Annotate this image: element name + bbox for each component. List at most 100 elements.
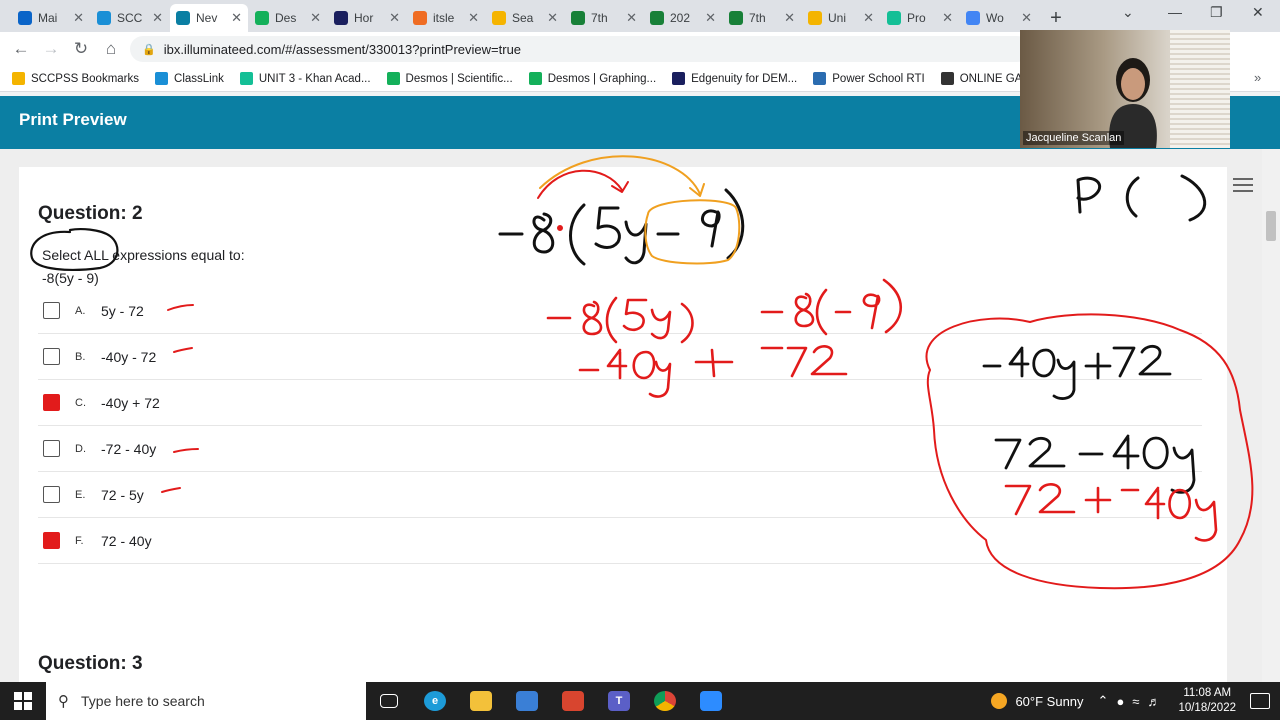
teams-icon[interactable]: T xyxy=(596,682,642,720)
close-icon[interactable]: ✕ xyxy=(231,10,242,26)
close-icon[interactable]: ✕ xyxy=(626,10,637,26)
option-checkbox[interactable] xyxy=(43,532,60,549)
snipping-tool-icon[interactable] xyxy=(550,682,596,720)
home-icon[interactable]: ⌂ xyxy=(96,39,126,59)
close-icon[interactable]: ✕ xyxy=(152,10,163,26)
minimize-icon[interactable]: — xyxy=(1168,4,1182,20)
reload-icon[interactable]: ↻ xyxy=(66,39,96,59)
bookmark-item[interactable]: Desmos | Scientific... xyxy=(386,72,513,85)
taskbar-search[interactable]: ⚲ Type here to search xyxy=(46,682,366,720)
chevron-down-icon[interactable]: ⌄ xyxy=(1122,4,1134,21)
browser-tab[interactable]: 202 ✕ xyxy=(644,4,722,32)
classlink-icon xyxy=(97,11,111,25)
answer-option[interactable]: B. -40y - 72 xyxy=(38,334,1202,380)
option-text: 72 - 5y xyxy=(101,486,144,503)
browser-tab[interactable]: Hor ✕ xyxy=(328,4,406,32)
scrollbar-thumb[interactable] xyxy=(1266,211,1276,241)
google-docs-icon xyxy=(966,11,980,25)
sun-icon xyxy=(991,693,1008,709)
close-icon[interactable]: ✕ xyxy=(468,10,479,26)
notifications-icon[interactable] xyxy=(1250,693,1270,709)
new-tab-button[interactable]: + xyxy=(1042,4,1070,32)
tab-title: Mai xyxy=(38,11,58,25)
page-scrollbar[interactable] xyxy=(1262,149,1280,682)
tray-icons[interactable]: ⌃ ● ≈ ♬ xyxy=(1098,693,1169,709)
browser-tab[interactable]: Nev ✕ xyxy=(170,4,248,32)
volume-icon[interactable]: ♬ xyxy=(1147,694,1168,709)
restore-icon[interactable]: ❐ xyxy=(1210,4,1223,21)
browser-tab[interactable]: Wo ✕ xyxy=(960,4,1038,32)
option-letter: B. xyxy=(75,350,86,363)
system-tray: 60°F Sunny ⌃ ● ≈ ♬ 11:08 AM 10/18/2022 xyxy=(991,682,1280,720)
close-icon[interactable]: ✕ xyxy=(784,10,795,26)
tab-title: Des xyxy=(275,11,297,25)
browser-tab[interactable]: Mai ✕ xyxy=(12,4,90,32)
option-checkbox[interactable] xyxy=(43,440,60,457)
answer-option[interactable]: C. -40y + 72 xyxy=(38,380,1202,426)
microsoft-store-icon[interactable] xyxy=(504,682,550,720)
close-icon[interactable]: ✕ xyxy=(389,10,400,26)
weather-widget[interactable]: 60°F Sunny xyxy=(991,693,1084,709)
microphone-icon[interactable]: ● xyxy=(1116,694,1132,709)
option-checkbox[interactable] xyxy=(43,302,60,319)
browser-tab[interactable]: 7th ✕ xyxy=(565,4,643,32)
bookmark-label: UNIT 3 - Khan Acad... xyxy=(258,72,371,85)
browser-tab[interactable]: Uni ✕ xyxy=(802,4,880,32)
chevron-up-icon[interactable]: ⌃ xyxy=(1098,693,1117,709)
chrome-icon[interactable] xyxy=(642,682,688,720)
close-icon[interactable]: ✕ xyxy=(73,10,84,26)
option-checkbox[interactable] xyxy=(43,486,60,503)
option-checkbox[interactable] xyxy=(43,394,60,411)
option-text: -72 - 40y xyxy=(101,440,157,457)
browser-tab[interactable]: SCC ✕ xyxy=(91,4,169,32)
task-view-icon[interactable] xyxy=(366,682,412,720)
option-checkbox[interactable] xyxy=(43,348,60,365)
google-slides-icon xyxy=(808,11,822,25)
bookmark-label: Desmos | Graphing... xyxy=(547,72,657,85)
close-window-icon[interactable]: ✕ xyxy=(1252,4,1264,21)
browser-tab[interactable]: itsle ✕ xyxy=(407,4,485,32)
close-icon[interactable]: ✕ xyxy=(705,10,716,26)
close-icon[interactable]: ✕ xyxy=(863,10,874,26)
bookmark-item[interactable]: Power School RTI xyxy=(813,72,925,85)
url-text: ibx.illuminateed.com/#/assessment/330013… xyxy=(163,41,522,57)
hamburger-menu-icon[interactable] xyxy=(1233,178,1253,196)
bookmark-label: Power School RTI xyxy=(832,72,925,85)
edge-icon[interactable]: e xyxy=(412,682,458,720)
option-letter: D. xyxy=(75,442,86,455)
question-3-heading: Question: 3 xyxy=(38,653,143,674)
taskbar-clock[interactable]: 11:08 AM 10/18/2022 xyxy=(1178,686,1236,716)
network-icon[interactable]: ≈ xyxy=(1132,694,1147,709)
tab-title: SCC xyxy=(117,11,143,25)
bookmark-item[interactable]: Desmos | Graphing... xyxy=(528,72,657,85)
tab-title: 7th xyxy=(749,11,766,25)
bookmark-item[interactable]: ClassLink xyxy=(155,72,224,85)
close-icon[interactable]: ✕ xyxy=(1021,10,1032,26)
bookmark-item[interactable]: UNIT 3 - Khan Acad... xyxy=(239,72,371,85)
answer-option[interactable]: F. 72 - 40y xyxy=(38,518,1202,564)
search-icon: ⚲ xyxy=(58,693,69,710)
file-explorer-icon[interactable] xyxy=(458,682,504,720)
browser-tab[interactable]: Sea ✕ xyxy=(486,4,564,32)
browser-tab[interactable]: 7th ✕ xyxy=(723,4,801,32)
answer-option[interactable]: D. -72 - 40y xyxy=(38,426,1202,472)
close-icon[interactable]: ✕ xyxy=(310,10,321,26)
zoom-icon[interactable] xyxy=(688,682,734,720)
bookmark-label: Edgenuity for DEM... xyxy=(691,72,798,85)
page-title: Print Preview xyxy=(19,110,127,129)
address-bar[interactable]: 🔒 ibx.illuminateed.com/#/assessment/3300… xyxy=(130,36,1030,62)
video-call-tile[interactable]: Jacqueline Scanlan xyxy=(1020,30,1230,148)
back-icon[interactable]: ← xyxy=(6,39,36,59)
close-icon[interactable]: ✕ xyxy=(547,10,558,26)
close-icon[interactable]: ✕ xyxy=(942,10,953,26)
browser-tab[interactable]: Des ✕ xyxy=(249,4,327,32)
bookmark-item[interactable]: Edgenuity for DEM... xyxy=(672,72,797,85)
khan-academy-icon xyxy=(887,11,901,25)
bookmarks-overflow-icon[interactable]: » xyxy=(1254,70,1261,85)
forward-icon[interactable]: → xyxy=(36,39,66,59)
answer-option[interactable]: A. 5y - 72 xyxy=(38,288,1202,334)
bookmark-item[interactable]: SCCPSS Bookmarks xyxy=(12,72,139,85)
browser-tab[interactable]: Pro ✕ xyxy=(881,4,959,32)
windows-start-button[interactable] xyxy=(0,682,46,720)
answer-option[interactable]: E. 72 - 5y xyxy=(38,472,1202,518)
